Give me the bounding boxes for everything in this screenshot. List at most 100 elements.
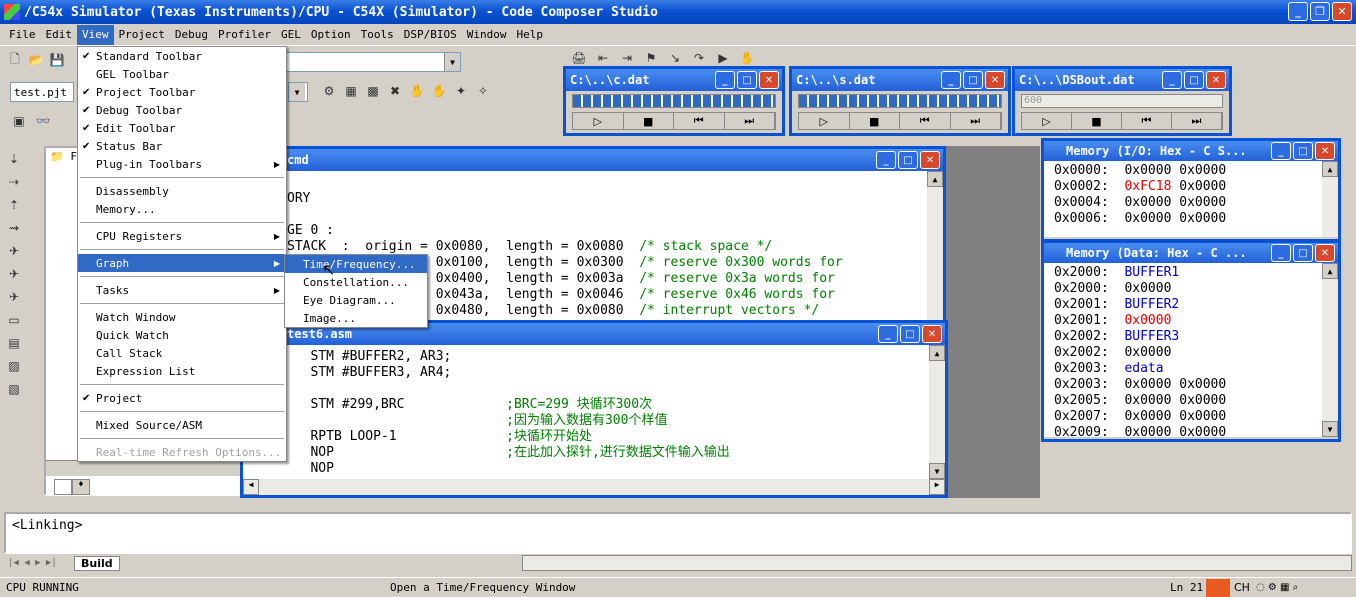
asm-editor[interactable]: STM #BUFFER2, AR3; STM #BUFFER3, AR4; ST… [243, 345, 929, 479]
file-io-close-button[interactable]: ✕ [1206, 71, 1226, 89]
view-menu-item-cpu-registers[interactable]: CPU Registers [78, 227, 286, 245]
memory-io-view[interactable]: 0x0000: 0x0000 0x0000 0x0002: 0xFC18 0x0… [1044, 161, 1322, 237]
play-icon[interactable]: ▷ [799, 113, 850, 129]
file-io-maximize-button[interactable]: □ [963, 71, 983, 89]
file-io-minimize-button[interactable]: _ [715, 71, 735, 89]
memory-data-view[interactable]: 0x2000: BUFFER1 0x2000: 0x0000 0x2001: BUF… [1044, 263, 1322, 437]
rewind-icon[interactable]: ⏮ [900, 113, 951, 129]
menu-tools[interactable]: Tools [356, 25, 399, 45]
memdata-minimize-button[interactable]: _ [1271, 244, 1291, 262]
animate-icon[interactable]: ✈ [5, 288, 23, 306]
indent-icon[interactable]: ⇤ [594, 49, 612, 67]
view-menu-item-tasks[interactable]: Tasks [78, 281, 286, 299]
graph-menu-item-image[interactable]: Image... [285, 309, 427, 327]
build-icon[interactable]: ▦ [342, 82, 360, 100]
view-menu-item-edit-toolbar[interactable]: Edit Toolbar [78, 119, 286, 137]
bookmark-icon[interactable]: ⚑ [642, 49, 660, 67]
open-icon[interactable]: 📂 [27, 51, 45, 69]
probe-icon[interactable]: ✦ [452, 82, 470, 100]
build-tab[interactable]: Build [74, 555, 120, 571]
menu-project[interactable]: Project [114, 25, 170, 45]
asm-close-button[interactable]: ✕ [922, 325, 942, 343]
stop-build-icon[interactable]: ✖ [386, 82, 404, 100]
menu-window[interactable]: Window [462, 25, 512, 45]
menu-profiler[interactable]: Profiler [213, 25, 276, 45]
view-menu-item-graph[interactable]: Graph [78, 254, 286, 272]
hand-icon[interactable]: ✋ [408, 82, 426, 100]
step-over-icon[interactable]: ⇢ [5, 173, 23, 191]
step-out-icon[interactable]: ⇡ [5, 196, 23, 214]
step-into-icon[interactable]: ⇣ [5, 150, 23, 168]
close-button[interactable]: ✕ [1332, 2, 1352, 21]
remove-probe-icon[interactable]: ✧ [474, 82, 492, 100]
view-menu-item-standard-toolbar[interactable]: Standard Toolbar [78, 47, 286, 65]
outdent-icon[interactable]: ⇥ [618, 49, 636, 67]
menu-edit[interactable]: Edit [41, 25, 78, 45]
view-menu-item-status-bar[interactable]: Status Bar [78, 137, 286, 155]
save-icon[interactable]: 💾 [48, 51, 66, 69]
file-view-tab[interactable] [54, 479, 72, 495]
file-io-close-button[interactable]: ✕ [759, 71, 779, 89]
register-icon[interactable]: ▣ [10, 112, 28, 130]
play-icon[interactable]: ▷ [1022, 113, 1072, 129]
output-hscroll[interactable] [522, 555, 1352, 571]
menu-view[interactable]: View [77, 24, 114, 45]
graph-menu-item-eye-diagram[interactable]: Eye Diagram... [285, 291, 427, 309]
menu-dspbios[interactable]: DSP/BIOS [399, 25, 462, 45]
new-file-icon[interactable]: 🗋 [6, 51, 24, 69]
file-io-close-button[interactable]: ✕ [985, 71, 1005, 89]
step-over-icon[interactable]: ↷ [690, 49, 708, 67]
memio-close-button[interactable]: ✕ [1315, 142, 1335, 160]
file-io-maximize-button[interactable]: □ [1184, 71, 1204, 89]
view-menu-item-gel-toolbar[interactable]: GEL Toolbar [78, 65, 286, 83]
breakpoint-icon[interactable]: ✋ [430, 82, 448, 100]
graph-menu-item-time-frequency[interactable]: Time/Frequency... [285, 255, 427, 273]
fast-forward-icon[interactable]: ⏭ [725, 113, 775, 129]
run-icon[interactable]: ✈ [5, 242, 23, 260]
memio-maximize-button[interactable]: □ [1293, 142, 1313, 160]
halt-run-icon[interactable]: ✈ [5, 265, 23, 283]
stop-icon[interactable]: ■ [1072, 113, 1122, 129]
run-to-cursor-icon[interactable]: ⇝ [5, 219, 23, 237]
view-menu-item-mixed-source-asm[interactable]: Mixed Source/ASM [78, 416, 286, 434]
tree-hscroll[interactable] [46, 460, 242, 476]
fast-forward-icon[interactable]: ⏭ [1172, 113, 1222, 129]
fast-forward-icon[interactable]: ⏭ [951, 113, 1001, 129]
rewind-icon[interactable]: ⏮ [674, 113, 725, 129]
memio-minimize-button[interactable]: _ [1271, 142, 1291, 160]
registers-icon[interactable]: ▭ [5, 311, 23, 329]
bookmark-tab[interactable]: ♦ [72, 479, 90, 495]
asm-maximize-button[interactable]: □ [900, 325, 920, 343]
step-icon[interactable]: ↘ [666, 49, 684, 67]
watch-icon[interactable]: 👓 [34, 112, 52, 130]
view-menu-item-plug-in-toolbars[interactable]: Plug-in Toolbars [78, 155, 286, 173]
stop-icon[interactable]: ■ [624, 113, 674, 129]
ime-lang[interactable]: CH [1230, 581, 1250, 594]
memio-vscroll[interactable]: ▲ [1322, 161, 1338, 237]
play-icon[interactable]: ▷ [573, 113, 624, 129]
view-menu-item-quick-watch[interactable]: Quick Watch [78, 326, 286, 344]
cmd-maximize-button[interactable]: □ [898, 151, 918, 169]
file-io-maximize-button[interactable]: □ [737, 71, 757, 89]
rewind-icon[interactable]: ⏮ [1122, 113, 1172, 129]
view-menu-item-expression-list[interactable]: Expression List [78, 362, 286, 380]
file-io-minimize-button[interactable]: _ [941, 71, 961, 89]
view-menu-item-watch-window[interactable]: Watch Window [78, 308, 286, 326]
find-combo[interactable]: ▼ [285, 52, 461, 72]
graph-menu-item-constellation[interactable]: Constellation... [285, 273, 427, 291]
view-menu-item-call-stack[interactable]: Call Stack [78, 344, 286, 362]
memdata-maximize-button[interactable]: □ [1293, 244, 1313, 262]
file-io-minimize-button[interactable]: _ [1162, 71, 1182, 89]
cmd-minimize-button[interactable]: _ [876, 151, 896, 169]
halt-icon[interactable]: ✋ [738, 49, 756, 67]
menu-help[interactable]: Help [511, 25, 548, 45]
menu-gel[interactable]: GEL [276, 25, 306, 45]
rebuild-icon[interactable]: ▩ [364, 82, 382, 100]
asm-minimize-button[interactable]: _ [878, 325, 898, 343]
restore-button[interactable]: ❐ [1310, 2, 1330, 21]
config-combo-arrow[interactable]: ▼ [288, 82, 308, 102]
view-menu-item-project-toolbar[interactable]: Project Toolbar [78, 83, 286, 101]
memory-icon[interactable]: ▤ [5, 334, 23, 352]
memdata-close-button[interactable]: ✕ [1315, 244, 1335, 262]
asm-hscroll[interactable]: ◀ ▶ [243, 479, 945, 495]
